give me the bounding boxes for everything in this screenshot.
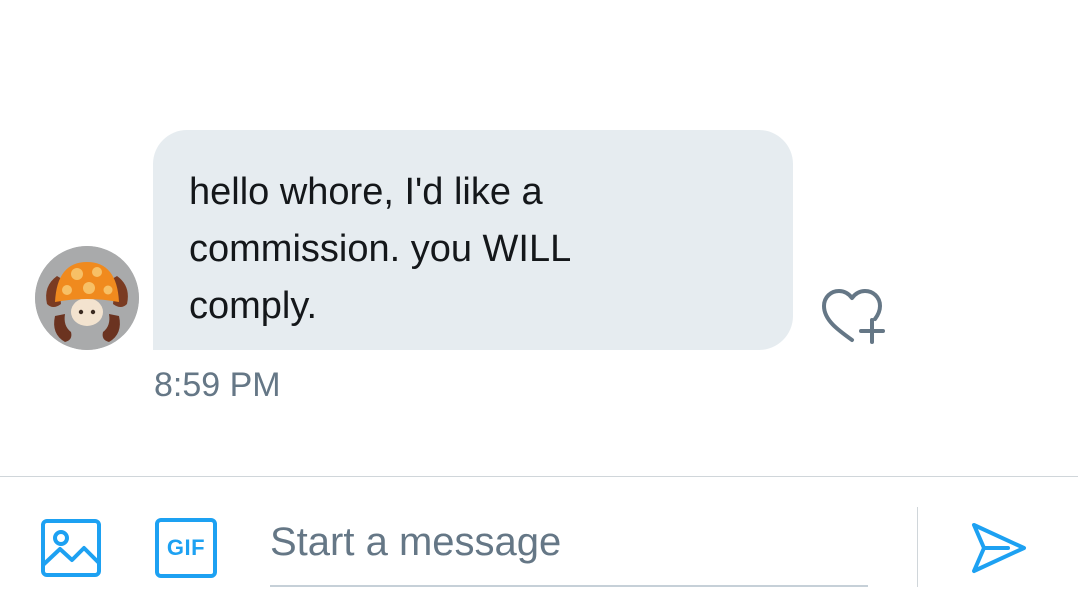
message-composer: GIF: [0, 476, 1078, 614]
image-icon[interactable]: [40, 518, 102, 578]
message-text: hello whore, I'd like a commission. you …: [189, 171, 572, 327]
message-input[interactable]: [270, 507, 868, 577]
avatar[interactable]: [35, 246, 139, 350]
message-bubble[interactable]: hello whore, I'd like a commission. you …: [153, 130, 793, 350]
gif-button[interactable]: GIF: [155, 518, 217, 578]
send-icon[interactable]: [968, 517, 1030, 579]
heart-plus-icon[interactable]: [818, 286, 888, 348]
message-timestamp: 8:59 PM: [154, 366, 281, 404]
message-input-wrapper: [270, 507, 868, 587]
divider: [917, 507, 918, 587]
dm-conversation-screen: hello whore, I'd like a commission. you …: [0, 0, 1078, 614]
mushroom-character-icon: [35, 246, 139, 350]
